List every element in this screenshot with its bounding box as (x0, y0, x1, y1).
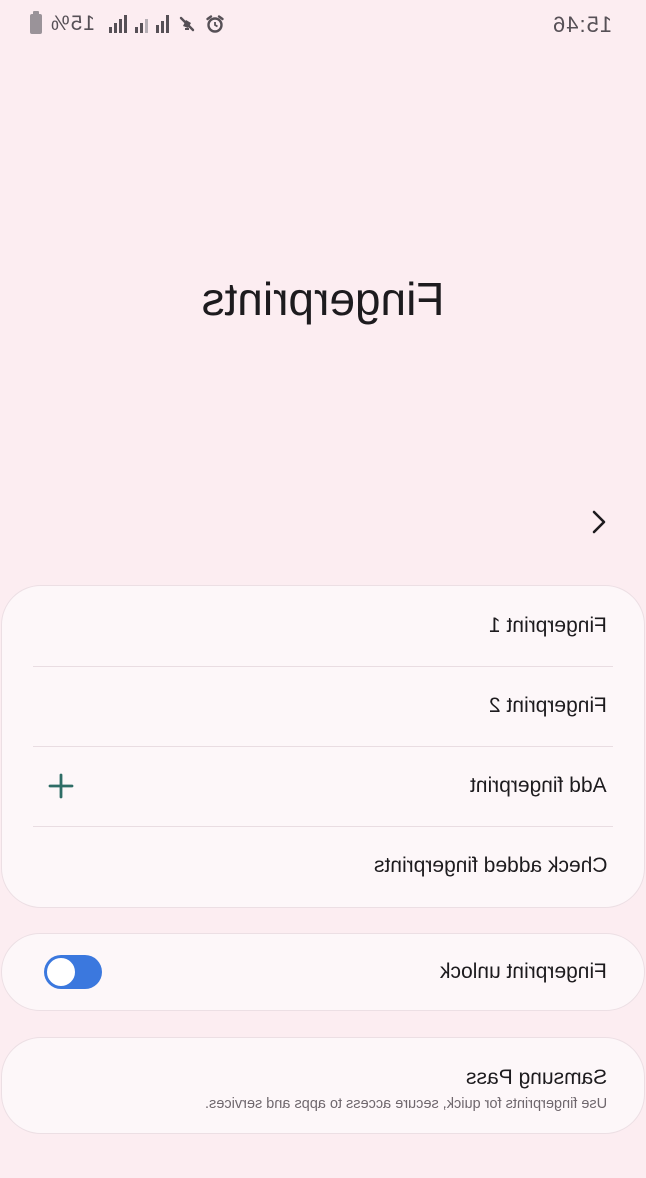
toggle-knob (45, 956, 77, 988)
samsung-pass-subtitle: Use fingerprints for quick, secure acces… (204, 1096, 607, 1112)
chevron-right-icon (592, 510, 606, 534)
fingerprint-item-label: Fingerprint 1 (489, 614, 607, 637)
signal-icon (109, 15, 128, 33)
status-icons: 15% (30, 11, 225, 36)
fingerprint-item-label: Fingerprint 2 (489, 694, 607, 717)
samsung-pass-title: Samsung Pass (465, 1066, 607, 1089)
plus-icon (48, 773, 74, 799)
signal-icon (135, 15, 149, 33)
status-bar: 15% 15:46 (0, 0, 646, 52)
add-fingerprint-label: Add fingerprint (470, 774, 607, 797)
check-fingerprints-label: Check added fingerprints (373, 854, 607, 877)
fingerprint-unlock-row[interactable]: Fingerprint unlock (1, 933, 645, 1011)
fingerprint-item-2[interactable]: Fingerprint 2 (2, 666, 644, 746)
alarm-icon (206, 15, 224, 33)
status-time: 15:46 (551, 12, 612, 37)
back-button[interactable] (580, 502, 616, 542)
add-fingerprint-button[interactable]: Add fingerprint (2, 746, 644, 826)
check-fingerprints-button[interactable]: Check added fingerprints (2, 826, 644, 906)
battery-percent: 15% (50, 12, 96, 35)
signal-icon (156, 15, 170, 33)
mute-icon (179, 16, 195, 32)
fingerprint-unlock-label: Fingerprint unlock (440, 960, 607, 983)
fingerprint-unlock-toggle[interactable] (44, 955, 102, 989)
page-title: Fingerprints (201, 273, 445, 325)
battery-icon (30, 11, 42, 34)
fingerprint-item-1[interactable]: Fingerprint 1 (2, 586, 644, 666)
fingerprint-list-card: Fingerprint 1 Fingerprint 2 Add fingerpr… (1, 585, 645, 908)
samsung-pass-row[interactable]: Samsung Pass Use fingerprints for quick,… (1, 1037, 645, 1134)
